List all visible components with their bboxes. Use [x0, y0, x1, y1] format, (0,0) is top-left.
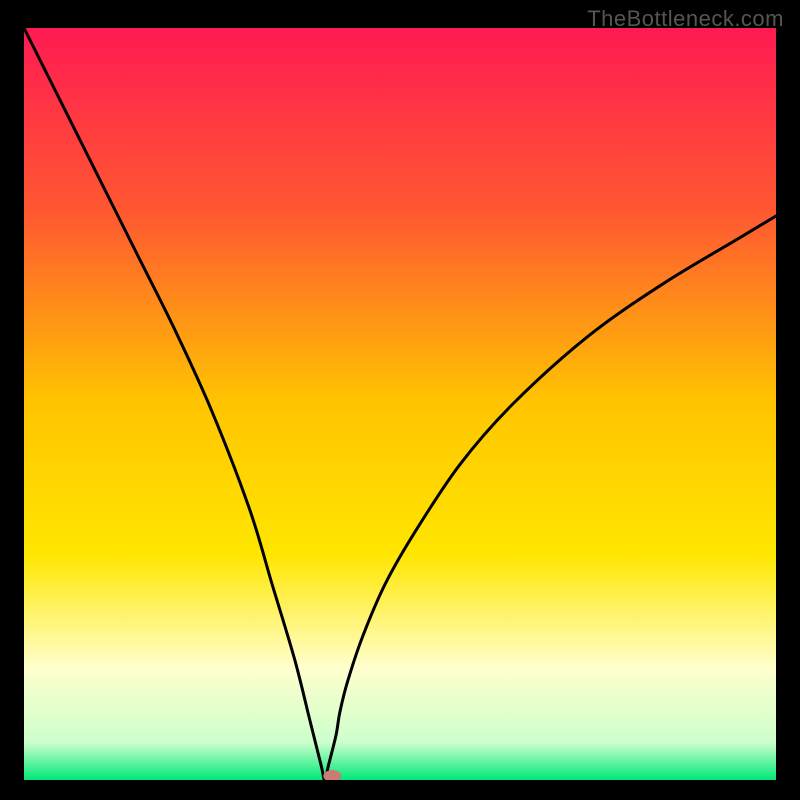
plot-area: [24, 28, 776, 780]
watermark-text: TheBottleneck.com: [587, 6, 784, 32]
gradient-background: [24, 28, 776, 780]
chart-svg: [24, 28, 776, 780]
chart-frame: TheBottleneck.com: [0, 0, 800, 800]
